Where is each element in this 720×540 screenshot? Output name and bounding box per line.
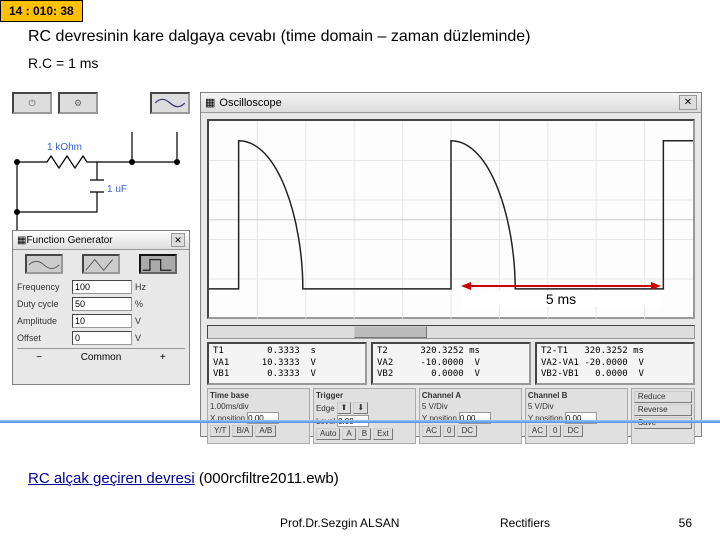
fg-duty-label: Duty cycle — [17, 299, 69, 309]
time-annotation: 5 ms — [461, 279, 661, 307]
scope-icon: ▦ — [205, 96, 215, 109]
triangle-wave-button[interactable] — [82, 254, 120, 274]
ab-button[interactable]: A/B — [255, 425, 276, 437]
slide-subtitle: R.C = 1 ms — [28, 55, 98, 71]
trigger-panel: Trigger Edge⬆⬇ Level AutoABExt — [313, 388, 416, 444]
page-number: 56 — [679, 516, 692, 530]
sine-wave-button[interactable] — [25, 254, 63, 274]
close-icon[interactable]: ✕ — [679, 95, 697, 110]
function-generator-window: ▦ Function Generator ✕ Frequency Hz Duty … — [12, 230, 190, 385]
switch-box-1[interactable]: ⏻ — [12, 92, 52, 114]
footer-link: RC alçak geçiren devresi (000rcfiltre201… — [28, 470, 339, 487]
scope-screen[interactable]: 5 ms — [207, 119, 695, 319]
divider — [0, 420, 720, 423]
fg-title-text: Function Generator — [26, 235, 112, 246]
switch-box-2[interactable]: ⚙ — [58, 92, 98, 114]
reduce-button[interactable]: Reduce — [634, 391, 692, 403]
timebase-panel: Time base 1.00ms/div X position Y/TB/AA/… — [207, 388, 310, 444]
edge-rise-icon[interactable]: ⬆ — [337, 402, 352, 414]
fg-freq-input[interactable] — [72, 280, 132, 294]
slide-number-badge: 14 : 010: 38 — [0, 0, 83, 22]
square-wave-button[interactable] — [139, 254, 177, 274]
section-name: Rectifiers — [500, 516, 550, 530]
edge-fall-icon[interactable]: ⬇ — [353, 402, 368, 414]
scope-scrollbar[interactable] — [207, 325, 695, 339]
fg-freq-label: Frequency — [17, 282, 69, 292]
scope-title-text: Oscilloscope — [219, 97, 281, 109]
fg-amp-label: Amplitude — [17, 316, 69, 326]
timebase-scale[interactable]: 1.00ms/div — [210, 402, 249, 411]
readout-diff: T2-T1 320.3252 ms VA2-VA1 -20.0000 V VB2… — [535, 342, 695, 385]
close-icon[interactable]: ✕ — [171, 233, 185, 247]
channel-a-panel: Channel A 5 V/Div Y position AC0DC — [419, 388, 522, 444]
slide-title: RC devresinin kare dalgaya cevabı (time … — [28, 28, 530, 46]
fg-minus-terminal[interactable]: − — [36, 352, 42, 363]
cha-scale[interactable]: 5 V/Div — [422, 402, 448, 411]
fg-amp-unit: V — [135, 316, 155, 326]
ba-button[interactable]: B/A — [232, 425, 253, 437]
capacitor-label: 1 uF — [107, 184, 127, 195]
reverse-button[interactable]: Reverse — [634, 404, 692, 416]
readout-t2: T2 320.3252 ms VA2 -10.0000 V VB2 0.0000… — [371, 342, 531, 385]
reduce-panel: Reduce Reverse Save — [631, 388, 695, 444]
save-button[interactable]: Save — [634, 417, 692, 429]
scope-icon-box[interactable] — [150, 92, 190, 114]
ewb-link[interactable]: RC alçak geçiren devresi — [28, 470, 195, 487]
ewb-file: (000rcfiltre2011.ewb) — [199, 470, 339, 487]
author-name: Prof.Dr.Sezgin ALSAN — [280, 516, 399, 530]
fg-off-label: Offset — [17, 333, 69, 343]
fg-common-terminal[interactable]: Common — [81, 352, 122, 363]
fg-icon: ▦ — [17, 235, 26, 246]
circuit-diagram: ⏻ ⚙ 1 kOhm 1 uF — [12, 92, 190, 227]
fg-off-unit: V — [135, 333, 155, 343]
chb-scale[interactable]: 5 V/Div — [528, 402, 554, 411]
auto-button[interactable]: Auto — [316, 428, 340, 440]
fg-amp-input[interactable] — [72, 314, 132, 328]
oscilloscope-window: ▦ Oscilloscope ✕ 5 ms T1 0.3333 s VA1 10… — [200, 92, 702, 437]
fg-freq-unit: Hz — [135, 282, 155, 292]
fg-plus-terminal[interactable]: + — [160, 352, 166, 363]
fg-duty-unit: % — [135, 299, 155, 309]
yt-button[interactable]: Y/T — [210, 425, 230, 437]
fg-off-input[interactable] — [72, 331, 132, 345]
fg-duty-input[interactable] — [72, 297, 132, 311]
readout-t1: T1 0.3333 s VA1 10.3333 V VB1 0.3333 V — [207, 342, 367, 385]
channel-b-panel: Channel B 5 V/Div Y position AC0DC — [525, 388, 628, 444]
